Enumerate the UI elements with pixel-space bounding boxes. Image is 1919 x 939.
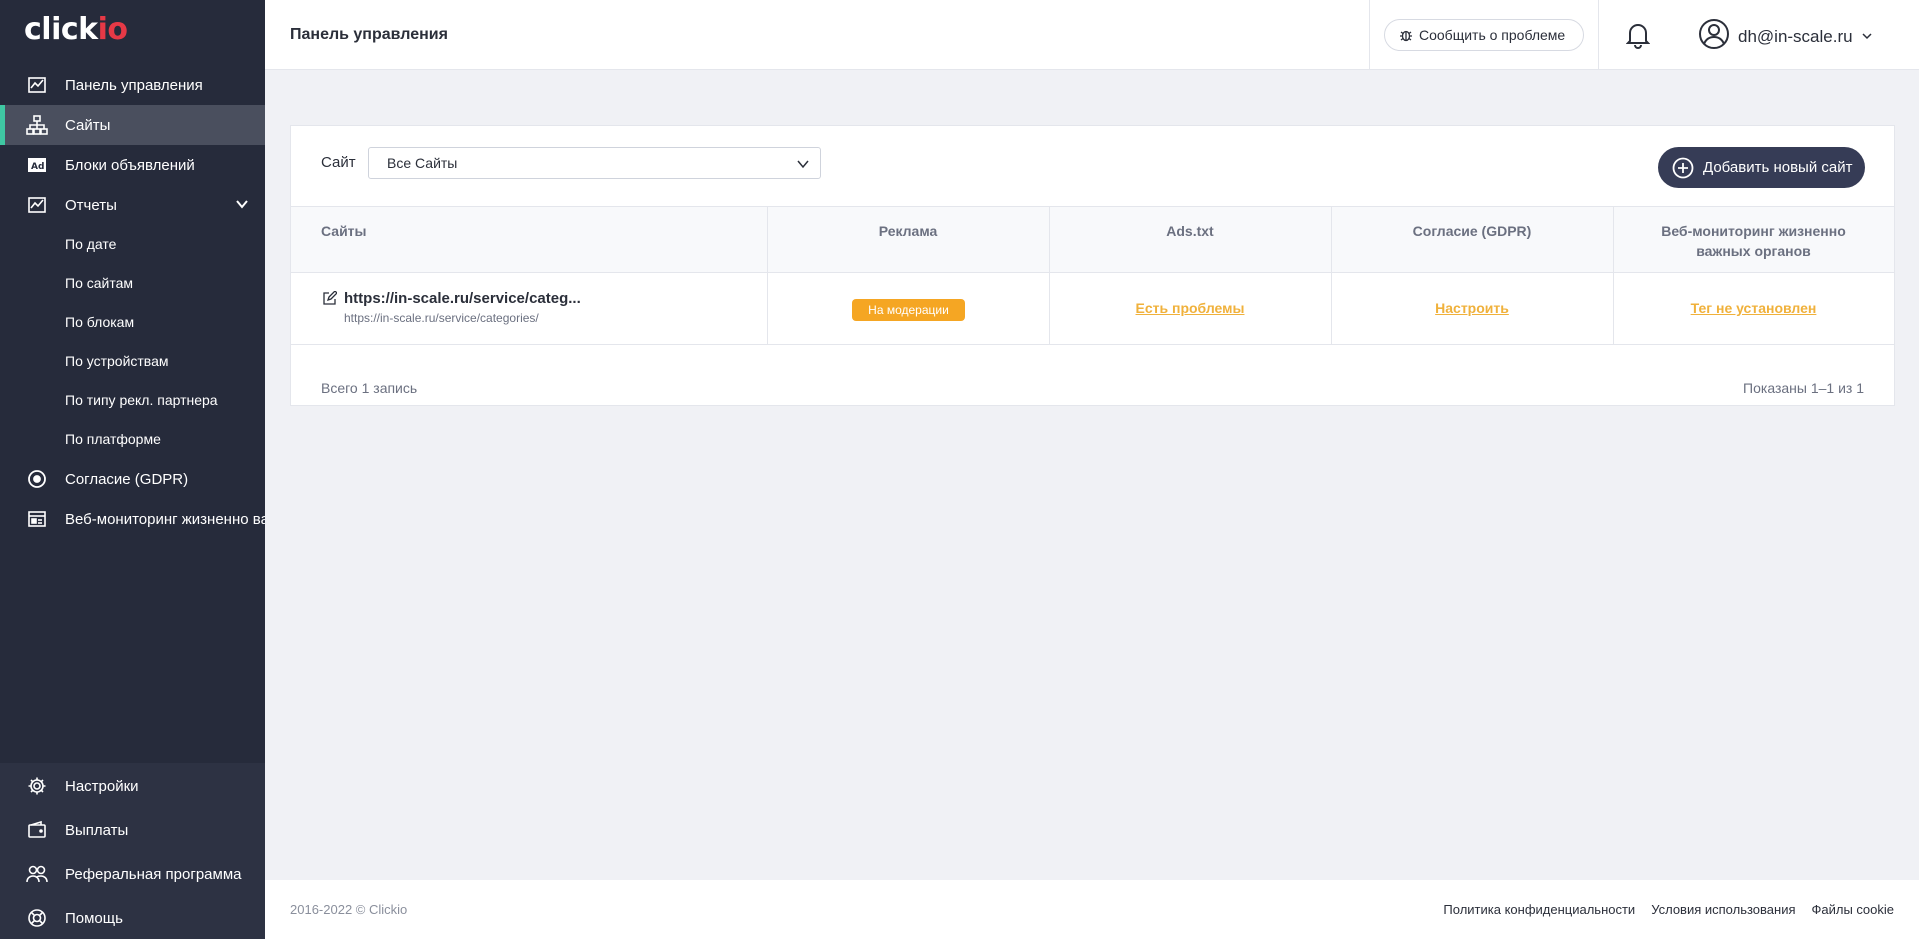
page-footer: 2016-2022 © Clickio Политика конфиденциа…: [265, 880, 1919, 939]
sidebar-subitem-by-platform[interactable]: По платформе: [65, 431, 161, 447]
copyright: 2016-2022 © Clickio: [290, 902, 408, 917]
terms-link[interactable]: Условия использования: [1651, 902, 1795, 917]
sidebar-item-label: Сайты: [65, 116, 111, 134]
column-header-gdpr[interactable]: Согласие (GDPR): [1331, 207, 1613, 273]
table-row: https://in-scale.ru/service/categ... htt…: [291, 273, 1894, 345]
sidebar-subitem-by-partner[interactable]: По типу рекл. партнера: [65, 392, 218, 408]
lifebuoy-icon: [25, 906, 49, 930]
plus-circle-icon: [1672, 157, 1694, 179]
ad-icon: Ad: [25, 153, 49, 177]
sidebar-subitem-by-devices[interactable]: По устройствам: [65, 353, 169, 369]
monitoring-tag-link[interactable]: Тег не установлен: [1613, 300, 1894, 316]
sidebar-subitem-by-date[interactable]: По дате: [65, 236, 116, 252]
chevron-down-icon[interactable]: [235, 197, 249, 215]
header-divider: [1369, 0, 1370, 70]
sidebar-item-settings[interactable]: Настройки: [0, 766, 265, 806]
site-select[interactable]: Все Сайты: [368, 147, 821, 179]
sidebar: clickio Панель управления Сайты Ad Блоки…: [0, 0, 265, 939]
avatar: [1698, 18, 1730, 55]
column-header-ads[interactable]: Реклама: [767, 207, 1049, 273]
footer-links: Политика конфиденциальности Условия испо…: [1443, 902, 1894, 917]
column-header-sites[interactable]: Сайты: [321, 207, 367, 273]
chevron-down-icon: [1861, 27, 1873, 47]
sidebar-item-label: Выплаты: [65, 821, 129, 839]
sidebar-item-label: Отчеты: [65, 196, 117, 214]
wallet-icon: [25, 818, 49, 842]
chart-line-icon: [25, 73, 49, 97]
svg-text:Ad: Ad: [31, 162, 44, 172]
table-header: Сайты Реклама Ads.txt Согласие (GDPR) Ве…: [291, 206, 1894, 273]
adstxt-problems-link[interactable]: Есть проблемы: [1049, 300, 1331, 316]
sidebar-item-label: Согласие (GDPR): [65, 470, 189, 488]
site-link[interactable]: https://in-scale.ru/service/categ...: [344, 290, 604, 307]
consent-icon: [25, 467, 49, 491]
sidebar-subitem-by-blocks[interactable]: По блокам: [65, 314, 134, 330]
sidebar-item-label: Реферальная программа: [65, 865, 242, 883]
add-site-button[interactable]: Добавить новый сайт: [1658, 147, 1865, 188]
sidebar-item-help[interactable]: Помощь: [0, 898, 265, 938]
pagination-info: Показаны 1–1 из 1: [1743, 380, 1864, 396]
top-header: Панель управления Сообщить о проблеме dh…: [265, 0, 1919, 70]
total-records: Всего 1 запись: [321, 380, 418, 396]
status-badge: На модерации: [852, 299, 965, 321]
user-email: dh@in-scale.ru: [1738, 26, 1853, 46]
users-icon: [25, 862, 49, 886]
gear-icon: [25, 774, 49, 798]
column-header-adstxt[interactable]: Ads.txt: [1049, 207, 1331, 273]
site-filter-label: Сайт: [321, 154, 356, 171]
sidebar-item-web-monitoring[interactable]: Веб-мониторинг жизненно ва: [0, 499, 265, 539]
chevron-down-icon: [796, 157, 810, 174]
sidebar-item-label: Панель управления: [65, 76, 203, 94]
sidebar-item-reports[interactable]: Отчеты: [0, 185, 265, 225]
user-menu[interactable]: dh@in-scale.ru: [1698, 18, 1873, 55]
header-divider: [1598, 0, 1599, 70]
sitemap-icon: [25, 113, 49, 137]
sidebar-item-gdpr[interactable]: Согласие (GDPR): [0, 459, 265, 499]
sidebar-item-sites[interactable]: Сайты: [0, 105, 265, 145]
privacy-policy-link[interactable]: Политика конфиденциальности: [1443, 902, 1635, 917]
sidebar-item-referral[interactable]: Реферальная программа: [0, 854, 265, 894]
site-url: https://in-scale.ru/service/categories/: [344, 311, 539, 325]
sidebar-item-payouts[interactable]: Выплаты: [0, 810, 265, 850]
bug-icon: [1399, 28, 1413, 42]
sidebar-item-label: Помощь: [65, 909, 123, 927]
sidebar-item-dashboard[interactable]: Панель управления: [0, 65, 265, 105]
page-title: Панель управления: [290, 26, 448, 43]
gdpr-configure-link[interactable]: Настроить: [1331, 300, 1613, 316]
sidebar-subitem-by-sites[interactable]: По сайтам: [65, 275, 133, 291]
sites-card: Сайт Все Сайты Добавить новый сайт Сайты…: [290, 125, 1895, 406]
sidebar-bottom: Настройки Выплаты Реферальная программа …: [0, 763, 265, 939]
sidebar-item-label: Настройки: [65, 777, 139, 795]
monitor-icon: [25, 507, 49, 531]
bell-icon[interactable]: [1625, 21, 1651, 54]
sidebar-item-ad-blocks[interactable]: Ad Блоки объявлений: [0, 145, 265, 185]
report-problem-button[interactable]: Сообщить о проблеме: [1384, 19, 1584, 51]
cookie-files-link[interactable]: Файлы cookie: [1812, 902, 1895, 917]
edit-icon[interactable]: [323, 290, 338, 310]
clickio-logo[interactable]: clickio: [24, 12, 128, 47]
sidebar-item-label: Веб-мониторинг жизненно ва: [65, 510, 265, 528]
report-chart-icon: [25, 193, 49, 217]
sidebar-item-label: Блоки объявлений: [65, 156, 195, 174]
column-header-monitoring[interactable]: Веб-мониторинг жизненно важных органов: [1613, 207, 1894, 273]
